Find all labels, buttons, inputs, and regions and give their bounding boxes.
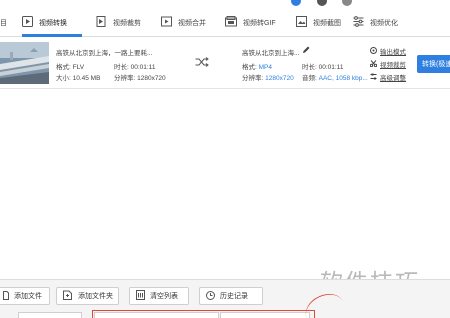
add-folder-icon: [63, 290, 73, 302]
tab-video-convert[interactable]: 视频转换: [22, 8, 67, 37]
screenshot-icon: [296, 16, 307, 29]
tab-video-screenshot[interactable]: 视频截图: [296, 8, 341, 37]
tab-video-merge[interactable]: 视频合并: [161, 8, 206, 37]
target-resolution[interactable]: 分辨率: 1280x720: [242, 72, 294, 82]
tab-partial[interactable]: 目: [0, 8, 7, 37]
add-file-button[interactable]: 添加文件: [0, 287, 50, 305]
history-icon: [206, 290, 215, 302]
clear-list-icon: [136, 290, 145, 302]
output-mode-icon: [370, 46, 377, 56]
window-control-icon[interactable]: [317, 0, 327, 6]
file-list-row[interactable]: 高铁从北京到上海，一路上要耗... 格式: FLV 时长: 00:01:11 大…: [0, 37, 450, 89]
feature-tab-bar: 目 视频转换 视频裁剪 视频合并 视频转GIF 视频截图 视频优化: [0, 8, 450, 37]
highlight-annotation-box: [92, 310, 315, 318]
source-size: 大小: 10.45 MB: [56, 75, 101, 82]
add-folder-button[interactable]: 添加文件夹: [56, 287, 119, 305]
file-list-empty-area: [0, 89, 450, 279]
history-button[interactable]: 历史记录: [199, 287, 263, 305]
scissors-icon: [369, 59, 378, 69]
target-duration: 时长: 00:01:11: [302, 64, 344, 71]
tab-video-to-gif[interactable]: 视频转GIF: [225, 8, 276, 37]
add-file-icon: [3, 290, 9, 302]
window-control-icon[interactable]: [342, 0, 352, 6]
source-file-name: 高铁从北京到上海，一路上要耗...: [56, 50, 153, 57]
gif-icon: [225, 16, 237, 29]
tab-video-crop[interactable]: 视频裁剪: [96, 8, 141, 37]
target-audio[interactable]: 音频: AAC, 1058 kbp...: [302, 72, 368, 82]
tab-video-optimize[interactable]: 视频优化: [353, 8, 398, 37]
window-control-icon[interactable]: [291, 0, 301, 6]
video-merge-icon: [161, 16, 172, 29]
target-format[interactable]: 格式: MP4: [242, 61, 272, 71]
clear-list-button[interactable]: 清空列表: [129, 287, 189, 305]
video-crop-link[interactable]: 视频裁剪: [369, 59, 406, 69]
shuffle-arrow-icon: [195, 57, 209, 69]
convert-button[interactable]: 转换(极速: [417, 55, 450, 73]
output-mode-link[interactable]: 输出模式: [370, 46, 406, 56]
video-crop-icon: [96, 16, 107, 29]
window-top-strip: [0, 0, 450, 8]
adjust-icon: [370, 73, 377, 82]
advanced-adjust-link[interactable]: 高级调整: [370, 72, 406, 82]
source-resolution: 分辨率: 1280x720: [114, 75, 166, 82]
video-thumbnail[interactable]: [0, 42, 49, 84]
source-format: 格式: FLV: [56, 64, 85, 71]
target-file-name: 高铁从北京到上海...: [242, 50, 300, 57]
bottom-option-control[interactable]: [18, 312, 82, 318]
edit-name-icon[interactable]: [302, 46, 310, 56]
video-convert-icon: [22, 16, 33, 29]
source-duration: 时长: 00:01:11: [114, 64, 156, 71]
optimize-icon: [353, 16, 364, 29]
